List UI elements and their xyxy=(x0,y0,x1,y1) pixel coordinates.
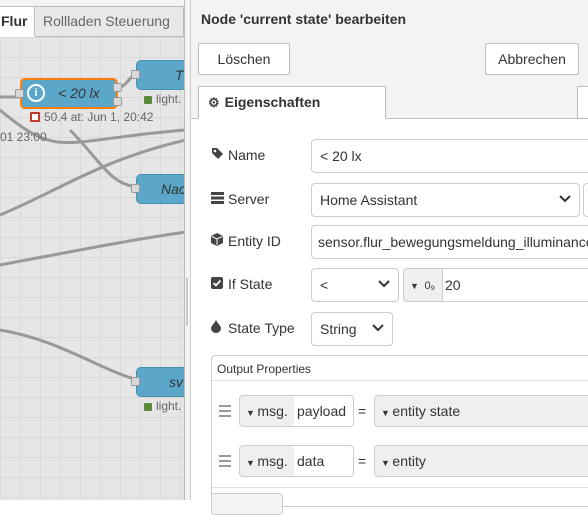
cube-icon xyxy=(211,233,225,249)
tag-icon xyxy=(211,147,225,163)
input-port[interactable] xyxy=(131,70,140,79)
node-status: light. xyxy=(144,92,181,106)
drop-icon xyxy=(211,320,225,336)
output-properties-box: Output Properties ▼ msg. payload = ▼ ent… xyxy=(211,355,588,507)
cancel-button[interactable]: Abbrechen xyxy=(485,43,579,75)
list-item: ▼ msg. payload = ▼ entity state xyxy=(212,387,588,438)
server-edit-button[interactable] xyxy=(583,183,588,217)
node-status: 50.4 at: Jun 1, 20:42 xyxy=(30,110,153,124)
tab-more[interactable] xyxy=(577,86,588,119)
input-port[interactable] xyxy=(131,377,140,386)
wire xyxy=(0,328,139,382)
flow-node-t[interactable]: T xyxy=(136,60,186,90)
node-label: sv xyxy=(169,374,183,390)
caret-down-icon: ▼ xyxy=(246,458,258,468)
server-select[interactable]: Home Assistant xyxy=(311,183,580,217)
property-input[interactable]: data xyxy=(294,445,354,477)
drag-handle-icon[interactable] xyxy=(219,405,231,417)
value-type-select[interactable]: ▼ entity state xyxy=(374,395,588,427)
caret-down-icon: ▼ xyxy=(410,281,419,291)
number-type-icon: 0₉ xyxy=(424,280,436,292)
node-label: T xyxy=(175,67,184,83)
input-port[interactable] xyxy=(15,89,24,98)
gear-icon: ⚙ xyxy=(208,95,220,110)
ifstate-label: If State xyxy=(211,276,272,292)
tab-properties[interactable]: ⚙ Eigenschaften xyxy=(198,86,386,119)
status-ok-icon xyxy=(144,96,152,104)
drag-handle-icon[interactable] xyxy=(219,455,231,467)
flow-node-sv[interactable]: sv xyxy=(136,367,186,397)
entity-id-input[interactable]: sensor.flur_bewegungsmeldung_illuminance xyxy=(311,225,588,259)
workspace-tabbar: Flur Rollladen Steuerung xyxy=(0,0,186,37)
statetype-label: State Type xyxy=(211,320,295,336)
property-input[interactable]: payload xyxy=(294,395,354,427)
tab-rollladen-steuerung[interactable]: Rollladen Steuerung xyxy=(34,6,184,36)
node-label: < 20 lx xyxy=(58,85,100,101)
flow-node-nac[interactable]: Nac xyxy=(136,174,186,204)
chevron-down-icon xyxy=(378,269,390,301)
splitter-grip[interactable] xyxy=(186,278,188,326)
output-properties-title: Output Properties xyxy=(217,362,312,376)
equals-sign: = xyxy=(358,403,367,419)
chevron-down-icon xyxy=(372,313,384,345)
status-error-icon xyxy=(30,112,40,122)
edit-tray: Node 'current state' bearbeiten Löschen … xyxy=(190,0,588,515)
caret-down-icon: ▼ xyxy=(381,408,393,418)
node-status: light. xyxy=(144,399,181,413)
flow-canvas[interactable]: i < 20 lx 50.4 at: Jun 1, 20:42 01 23:00… xyxy=(0,0,186,500)
ifstate-type-button[interactable]: ▼ 0₉ xyxy=(403,268,443,302)
node-label: Nac xyxy=(161,181,186,197)
entity-label: Entity ID xyxy=(211,233,281,249)
msg-type-button[interactable]: ▼ msg. xyxy=(239,395,294,427)
checkbox-checked-icon xyxy=(211,277,225,292)
tab-flur[interactable]: Flur xyxy=(0,6,36,37)
output-port[interactable] xyxy=(113,83,122,92)
info-icon: i xyxy=(27,84,45,102)
wire xyxy=(0,230,186,267)
statetype-select[interactable]: String xyxy=(311,312,393,346)
msg-type-button[interactable]: ▼ msg. xyxy=(239,445,294,477)
list-item: ▼ msg. data = ▼ entity xyxy=(212,437,588,488)
add-property-button[interactable] xyxy=(211,493,283,515)
chevron-down-icon xyxy=(559,184,571,216)
timestamp-fragment: 01 23:00 xyxy=(0,130,47,144)
server-label: Server xyxy=(211,191,269,207)
ifstate-operator-select[interactable]: < xyxy=(311,268,399,302)
caret-down-icon: ▼ xyxy=(246,408,258,418)
name-input[interactable]: < 20 lx xyxy=(311,139,588,173)
server-icon xyxy=(211,192,225,207)
status-ok-icon xyxy=(144,403,152,411)
output-port[interactable] xyxy=(113,97,122,106)
value-type-select[interactable]: ▼ entity xyxy=(374,445,588,477)
caret-down-icon: ▼ xyxy=(381,458,393,468)
input-port[interactable] xyxy=(131,184,140,193)
delete-button[interactable]: Löschen xyxy=(198,43,290,75)
ifstate-value-input[interactable]: 20 xyxy=(442,268,588,302)
tray-title: Node 'current state' bearbeiten xyxy=(201,11,407,27)
output-properties-list: ▼ msg. payload = ▼ entity state ▼ msg. d… xyxy=(212,380,588,507)
tray-header: Node 'current state' bearbeiten Löschen … xyxy=(191,0,588,91)
current-state-node[interactable]: i < 20 lx xyxy=(20,78,118,109)
equals-sign: = xyxy=(358,453,367,469)
name-label: Name xyxy=(211,147,265,163)
